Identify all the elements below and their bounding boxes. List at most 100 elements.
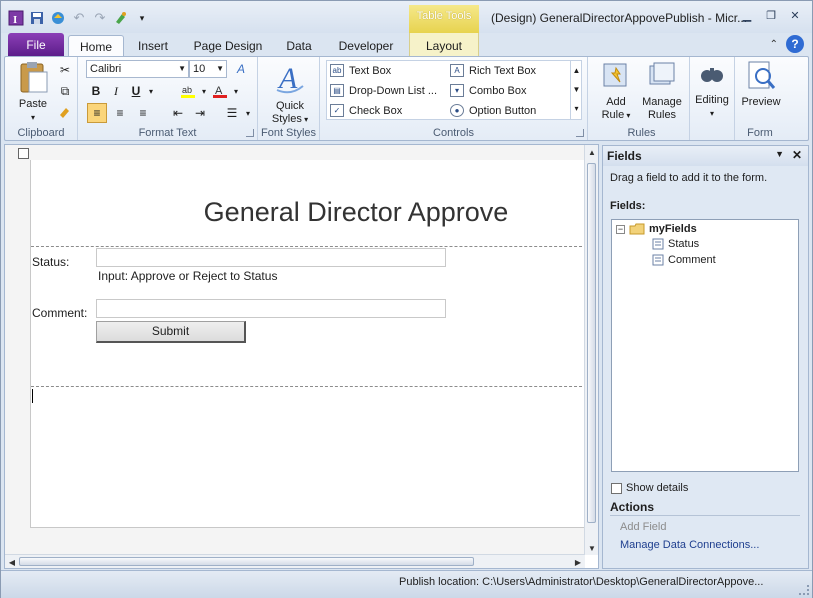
pane-close-icon[interactable]: ✕ — [792, 148, 802, 162]
bold-icon[interactable]: B — [86, 81, 106, 101]
drop-down-list-icon: ▤ — [330, 84, 344, 97]
add-field-link[interactable]: Add Field — [620, 521, 666, 533]
minimize-icon[interactable]: ▁ — [740, 9, 754, 22]
change-styles-icon[interactable]: A — [231, 59, 251, 79]
infopath-icon[interactable]: I — [7, 9, 25, 27]
form-group-label: Form — [747, 127, 773, 139]
tab-data[interactable]: Data — [279, 35, 319, 57]
vertical-scrollbar[interactable]: ▲ ▼ — [584, 145, 598, 555]
scroll-down-icon[interactable]: ▼ — [586, 542, 598, 554]
control-drop-down-list[interactable]: ▤ Drop-Down List ... — [330, 84, 437, 97]
control-text-box[interactable]: ab Text Box — [330, 64, 391, 77]
restore-icon[interactable]: ❐ — [764, 9, 778, 22]
decrease-indent-icon[interactable]: ⇤ — [168, 103, 188, 123]
submit-button[interactable]: Submit — [96, 321, 246, 343]
tab-home[interactable]: Home — [68, 35, 124, 57]
format-painter-icon[interactable] — [112, 9, 130, 27]
comment-field[interactable] — [96, 299, 446, 318]
control-combo-box[interactable]: ▾ Combo Box — [450, 84, 526, 97]
collapse-icon[interactable]: − — [616, 224, 625, 234]
italic-icon[interactable]: I — [106, 81, 126, 101]
close-icon[interactable]: ✕ — [788, 9, 802, 22]
scroll-right-icon[interactable]: ▶ — [572, 556, 584, 568]
copy-icon[interactable]: ⧉ — [55, 81, 75, 101]
manage-label: Manage — [642, 96, 682, 108]
font-styles-group-label: Font Styles — [260, 127, 317, 139]
tab-developer[interactable]: Developer — [329, 35, 403, 57]
align-right-icon[interactable]: ≡ — [133, 103, 153, 123]
redo-icon[interactable]: ↷ — [91, 9, 109, 27]
vertical-scroll-thumb[interactable] — [587, 163, 596, 523]
scroll-up-icon[interactable]: ▲ — [586, 146, 598, 158]
tab-insert[interactable]: Insert — [129, 35, 177, 57]
editing-group: Editing ▾ — [690, 57, 735, 140]
tab-page-design[interactable]: Page Design — [187, 35, 269, 57]
undo-icon[interactable]: ↶ — [70, 9, 88, 27]
gallery-more-icon[interactable]: ▾ — [571, 99, 582, 118]
control-check-box[interactable]: ✓ Check Box — [330, 104, 402, 117]
check-box-icon: ✓ — [330, 104, 344, 117]
pane-options-icon[interactable]: ▼ — [775, 149, 784, 159]
option-button-icon: ● — [450, 104, 464, 117]
font-color-dropdown-icon[interactable]: ▾ — [226, 81, 246, 101]
status-field[interactable] — [96, 248, 446, 267]
add-rule-button[interactable]: Add Rule ▾ — [596, 60, 636, 122]
format-painter-brush-icon[interactable] — [55, 102, 75, 122]
tree-item-label: Status — [668, 238, 700, 250]
minimize-ribbon-icon[interactable]: ⌃ — [770, 39, 778, 50]
publish-icon[interactable] — [49, 9, 67, 27]
field-icon — [652, 254, 664, 266]
ribbon: Paste ▾ ✂ ⧉ Clipboard Calibri ▼ 10 ▼ A B I… — [4, 56, 809, 141]
tree-item-myfields[interactable]: − myFields — [616, 223, 697, 235]
align-center-icon[interactable]: ≡ — [110, 103, 130, 123]
cut-icon[interactable]: ✂ — [55, 60, 75, 80]
bullets-dropdown-icon[interactable]: ▾ — [238, 103, 258, 123]
help-icon[interactable]: ? — [786, 35, 804, 53]
table-select-handle[interactable] — [18, 148, 29, 159]
font-size-combo[interactable]: 10 ▼ — [189, 60, 227, 78]
horizontal-scroll-thumb[interactable] — [19, 557, 474, 566]
resize-grip-icon[interactable] — [799, 585, 809, 595]
font-styles-group: A Quick Styles ▾ Font Styles — [258, 57, 320, 140]
customize-qat-icon[interactable]: ▾ — [133, 9, 151, 27]
underline-dropdown-icon[interactable]: ▾ — [141, 81, 161, 101]
show-details-label: Show details — [626, 482, 689, 494]
add-rule-icon — [603, 63, 627, 87]
svg-text:I: I — [13, 14, 17, 26]
table-tools-context-title: Table Tools — [409, 5, 479, 33]
gallery-down-icon[interactable]: ▼ — [571, 80, 582, 99]
section-divider — [31, 386, 587, 387]
tree-item-status[interactable]: Status — [652, 238, 699, 250]
form-design-canvas: General Director Approve Status: Input: … — [4, 144, 599, 569]
show-details-checkbox[interactable]: Show details — [611, 482, 688, 494]
tab-file[interactable]: File — [8, 33, 64, 57]
font-name-combo[interactable]: Calibri ▼ — [86, 60, 189, 78]
tree-item-comment[interactable]: Comment — [652, 254, 716, 266]
preview-button[interactable]: Preview — [737, 60, 785, 109]
manage-data-connections-link[interactable]: Manage Data Connections... — [620, 539, 759, 551]
tab-layout[interactable]: Layout — [409, 33, 479, 57]
horizontal-scrollbar[interactable]: ◀ ▶ — [5, 554, 585, 568]
checkbox-icon[interactable] — [611, 482, 622, 494]
quick-styles-button[interactable]: A Quick Styles ▾ — [266, 60, 314, 126]
editing-button[interactable]: Editing ▾ — [692, 60, 732, 120]
control-option-button[interactable]: ● Option Button — [450, 104, 536, 117]
font-size-value: 10 — [193, 63, 206, 75]
manage-rules-button[interactable]: Manage Rules — [638, 60, 686, 122]
rich-text-box-icon: A — [450, 64, 464, 77]
scroll-left-icon[interactable]: ◀ — [6, 556, 18, 568]
clipboard-group: Paste ▾ ✂ ⧉ Clipboard — [5, 57, 78, 140]
add-label: Add — [606, 96, 626, 108]
gallery-up-icon[interactable]: ▲ — [571, 61, 582, 80]
increase-indent-icon[interactable]: ⇥ — [190, 103, 210, 123]
paste-dropdown-icon[interactable]: ▾ — [11, 111, 55, 124]
save-icon[interactable] — [28, 9, 46, 27]
paste-button[interactable]: Paste ▾ — [11, 60, 55, 124]
control-rich-text-box[interactable]: A Rich Text Box — [450, 64, 536, 77]
format-text-launcher-icon[interactable] — [246, 129, 254, 137]
gallery-scroll[interactable]: ▲ ▼ ▾ — [570, 61, 582, 119]
align-left-icon[interactable]: ≡ — [87, 103, 107, 123]
controls-launcher-icon[interactable] — [576, 129, 584, 137]
combo-box-icon: ▾ — [450, 84, 464, 97]
fields-tree: − myFields Status Comment — [611, 219, 799, 472]
